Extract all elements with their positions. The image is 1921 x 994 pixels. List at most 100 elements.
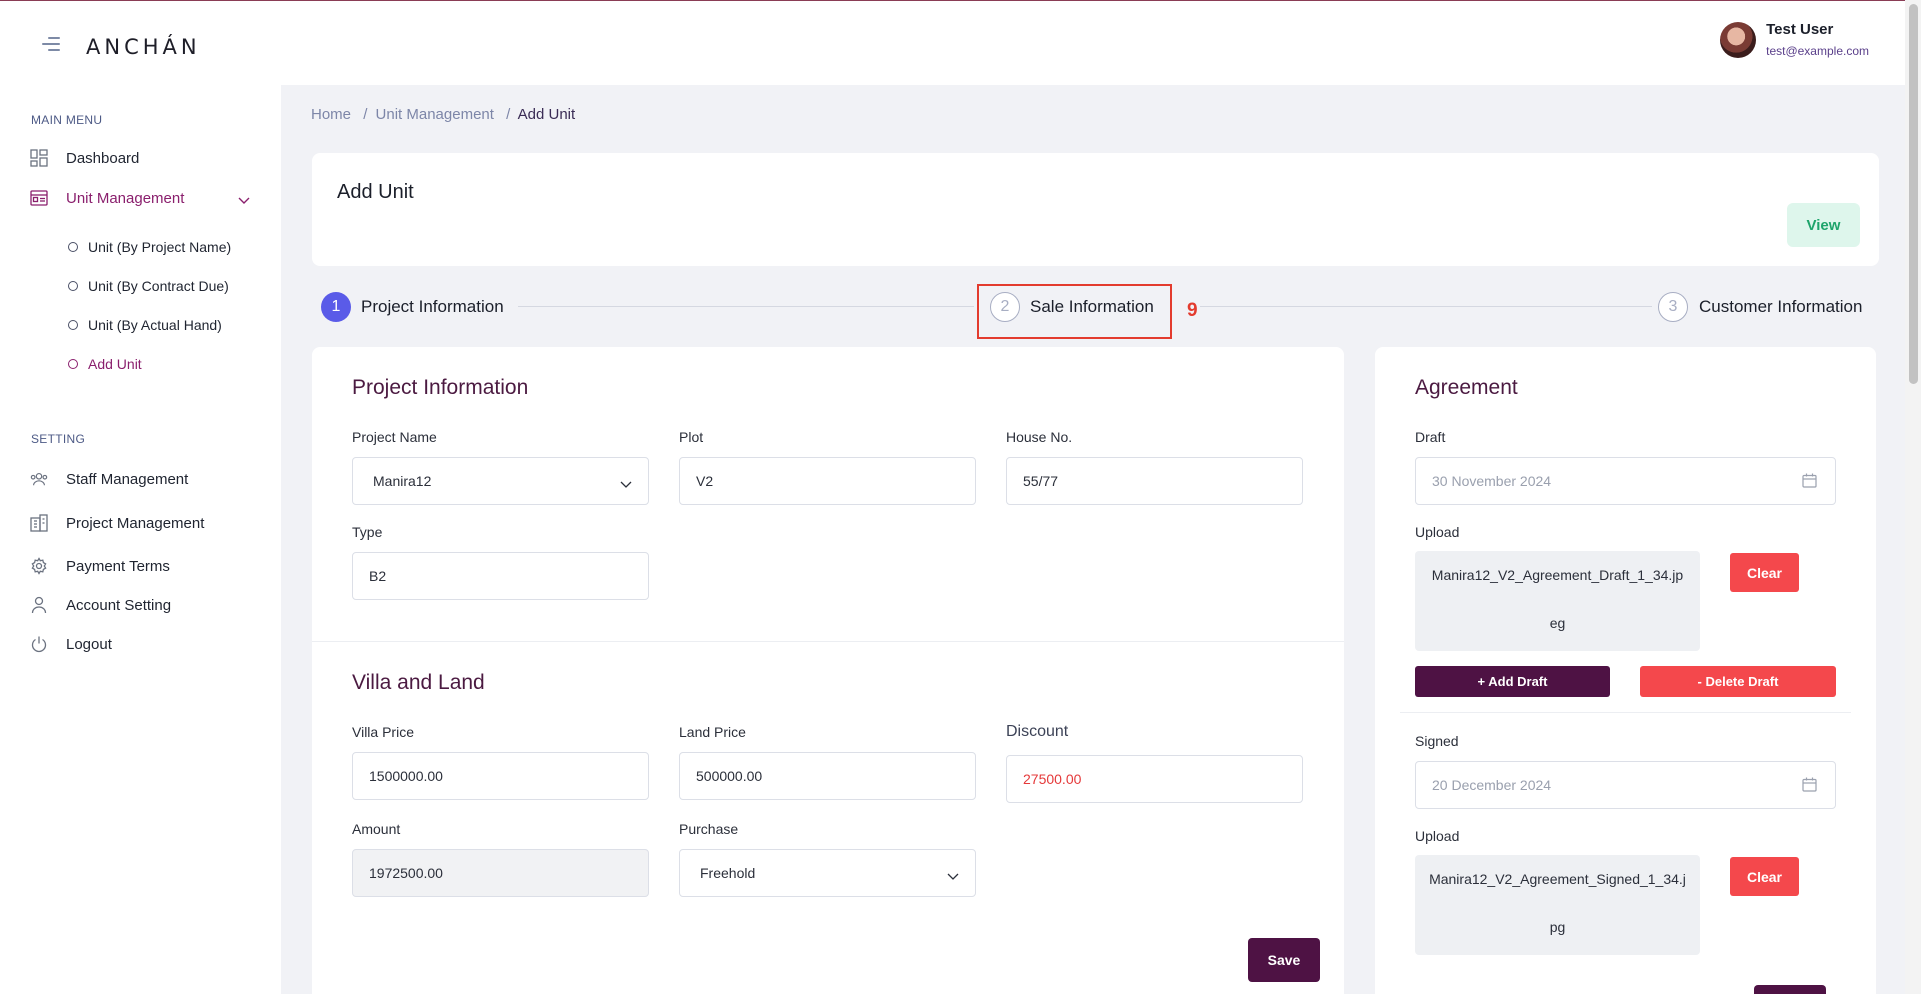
sidebar-item-unit-management[interactable]: Unit Management <box>30 189 184 207</box>
project-name-label: Project Name <box>352 429 437 445</box>
breadcrumb-home[interactable]: Home <box>311 106 351 123</box>
signed-clear-button[interactable]: Clear <box>1730 857 1799 896</box>
calendar-icon[interactable] <box>1802 777 1817 795</box>
purchase-value: Freehold <box>700 865 756 881</box>
section-divider <box>312 641 1344 642</box>
section-title-villa-and-land: Villa and Land <box>352 671 485 694</box>
setting-heading: SETTING <box>31 432 86 446</box>
project-name-select[interactable]: Manira12 <box>352 457 649 505</box>
circle-bullet-icon <box>68 320 78 330</box>
land-price-label: Land Price <box>679 724 746 740</box>
sidebar-item-project-management[interactable]: Project Management <box>30 514 204 532</box>
top-bar: ANCHÁN Test User test@example.com <box>0 0 1905 85</box>
add-draft-button[interactable]: + Add Draft <box>1415 666 1610 697</box>
project-information-card: Project Information Project Name Manira1… <box>312 347 1344 994</box>
page-scrollbar[interactable] <box>1905 0 1921 994</box>
sidebar-subitem-label: Unit (By Project Name) <box>88 239 232 255</box>
menu-toggle-icon[interactable] <box>42 37 60 51</box>
circle-bullet-icon <box>68 242 78 252</box>
step-3-indicator[interactable]: 3 <box>1658 292 1688 322</box>
user-name: Test User <box>1766 21 1834 38</box>
sidebar-item-payment-terms[interactable]: Payment Terms <box>30 557 170 575</box>
signed-date-value: 20 December 2024 <box>1432 777 1552 793</box>
breadcrumb-unit-management[interactable]: Unit Management <box>376 106 494 123</box>
draft-date-input[interactable]: 30 November 2024 <box>1415 457 1836 505</box>
discount-input[interactable]: 27500.00 <box>1006 755 1303 803</box>
upload-label: Upload <box>1415 524 1460 540</box>
step-3-label[interactable]: Customer Information <box>1699 297 1862 317</box>
circle-bullet-icon <box>68 281 78 291</box>
sidebar-subitem-label: Unit (By Contract Due) <box>88 278 229 294</box>
power-icon <box>30 635 48 653</box>
sidebar-subitem-by-actual-hand[interactable]: Unit (By Actual Hand) <box>68 317 222 333</box>
amount-label: Amount <box>352 821 401 837</box>
sidebar-item-dashboard[interactable]: Dashboard <box>30 149 139 167</box>
house-no-label: House No. <box>1006 429 1073 445</box>
annotation-marker: 9 <box>1187 300 1198 321</box>
main-menu-heading: MAIN MENU <box>31 113 103 127</box>
page-title: Add Unit <box>337 181 414 203</box>
section-title-agreement: Agreement <box>1415 376 1518 399</box>
signed-upload-label: Upload <box>1415 828 1460 844</box>
purchase-select[interactable]: Freehold <box>679 849 976 897</box>
sidebar-item-label: Account Setting <box>66 596 172 614</box>
sidebar-item-label: Unit Management <box>66 189 185 207</box>
purchase-label: Purchase <box>679 821 739 837</box>
user-email: test@example.com <box>1766 44 1869 58</box>
section-title-project-information: Project Information <box>352 376 529 399</box>
sidebar-item-account-setting[interactable]: Account Setting <box>30 596 171 614</box>
chevron-down-icon <box>620 476 632 492</box>
circle-bullet-icon <box>68 359 78 369</box>
sidebar-item-logout[interactable]: Logout <box>30 635 112 653</box>
house-no-input[interactable]: 55/77 <box>1006 457 1303 505</box>
breadcrumb: Home / Unit Management / Add Unit <box>311 106 575 123</box>
sidebar-subitem-label: Unit (By Actual Hand) <box>88 317 222 333</box>
draft-label: Draft <box>1415 429 1446 445</box>
sidebar-item-label: Staff Management <box>66 470 189 488</box>
view-button[interactable]: View <box>1787 203 1860 247</box>
sidebar-item-staff-management[interactable]: Staff Management <box>30 470 188 488</box>
users-icon <box>30 470 48 488</box>
step-1-indicator[interactable]: 1 <box>321 292 351 322</box>
breadcrumb-separator: / <box>363 106 368 123</box>
calendar-icon[interactable] <box>1802 473 1817 491</box>
plot-label: Plot <box>679 429 704 445</box>
user-menu[interactable]: Test User test@example.com <box>1720 21 1869 58</box>
sidebar-subitem-by-contract-due[interactable]: Unit (By Contract Due) <box>68 278 229 294</box>
building-icon <box>30 514 48 532</box>
type-input[interactable]: B2 <box>352 552 649 600</box>
signed-label: Signed <box>1415 733 1459 749</box>
sidebar-subitem-add-unit[interactable]: Add Unit <box>68 356 142 372</box>
breadcrumb-separator: / <box>506 106 511 123</box>
avatar[interactable] <box>1720 21 1757 58</box>
page-header-card: Add Unit View <box>312 153 1879 266</box>
delete-draft-button[interactable]: - Delete Draft <box>1640 666 1836 697</box>
step-1-label[interactable]: Project Information <box>361 297 504 317</box>
chevron-down-icon[interactable] <box>238 192 250 210</box>
draft-upload-file[interactable]: Manira12_V2_Agreement_Draft_1_34.jpeg <box>1415 551 1700 651</box>
signed-date-input[interactable]: 20 December 2024 <box>1415 761 1836 809</box>
chevron-down-icon <box>947 868 959 884</box>
section-divider <box>1400 712 1851 713</box>
scrollbar-thumb[interactable] <box>1909 4 1918 384</box>
sidebar-subitem-by-project-name[interactable]: Unit (By Project Name) <box>68 239 231 255</box>
draft-clear-button[interactable]: Clear <box>1730 553 1799 592</box>
land-price-input[interactable]: 500000.00 <box>679 752 976 800</box>
discount-label: Discount <box>1006 723 1069 740</box>
type-label: Type <box>352 524 383 540</box>
villa-price-input[interactable]: 1500000.00 <box>352 752 649 800</box>
sidebar-item-label: Dashboard <box>66 149 140 167</box>
agreement-action-button[interactable] <box>1754 985 1826 994</box>
user-icon <box>30 596 48 614</box>
save-button[interactable]: Save <box>1248 938 1320 982</box>
plot-input[interactable]: V2 <box>679 457 976 505</box>
breadcrumb-current: Add Unit <box>517 106 576 123</box>
signed-upload-file[interactable]: Manira12_V2_Agreement_Signed_1_34.jpg <box>1415 855 1700 955</box>
stepper-connector <box>518 306 974 307</box>
draft-date-value: 30 November 2024 <box>1432 473 1552 489</box>
sidebar: MAIN MENU Dashboard Unit Management Unit… <box>0 85 281 994</box>
stepper-connector <box>1200 306 1652 307</box>
unit-management-icon <box>30 189 48 207</box>
villa-price-label: Villa Price <box>352 724 414 740</box>
app-logo[interactable]: ANCHÁN <box>86 35 201 59</box>
